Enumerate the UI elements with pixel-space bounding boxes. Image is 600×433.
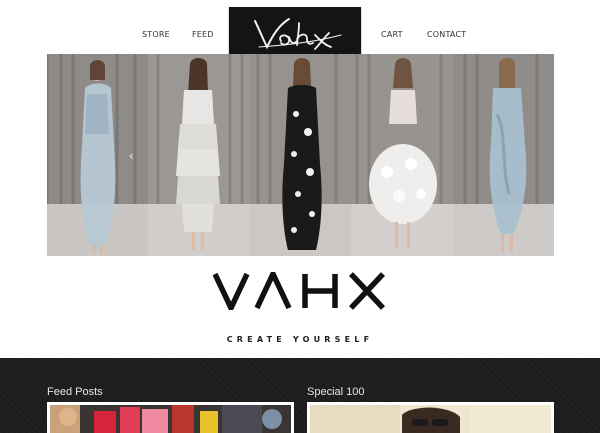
special-100-thumbnail: [310, 405, 551, 433]
brand-tagline: CREATE YOURSELF: [226, 335, 374, 344]
special-100-heading: Special 100: [307, 386, 365, 398]
top-navigation: STORE FEED CART CONTACT: [0, 0, 600, 62]
chevron-left-icon[interactable]: ‹: [129, 149, 134, 163]
runway-model-photo: [148, 54, 250, 256]
vahx-script-logo-image: [254, 18, 342, 50]
hero-runway-image: ‹ ›: [47, 54, 554, 256]
runway-model-photo: [249, 54, 352, 256]
nav-link-store[interactable]: STORE: [142, 30, 170, 39]
vahx-wordmark-logo-image: [212, 267, 386, 315]
feed-post-card[interactable]: [47, 402, 294, 433]
nav-link-contact[interactable]: CONTACT: [427, 30, 466, 39]
feed-posts-heading: Feed Posts: [47, 386, 103, 398]
site-logo[interactable]: [229, 7, 361, 59]
special-100-card[interactable]: [307, 402, 554, 433]
feed-post-thumbnail: [50, 405, 291, 433]
runway-model-photo: [452, 54, 554, 256]
nav-link-feed[interactable]: FEED: [192, 30, 214, 39]
brand-wordmark: [212, 267, 387, 315]
runway-model-photo: [351, 54, 453, 256]
nav-link-cart[interactable]: CART: [381, 30, 403, 39]
